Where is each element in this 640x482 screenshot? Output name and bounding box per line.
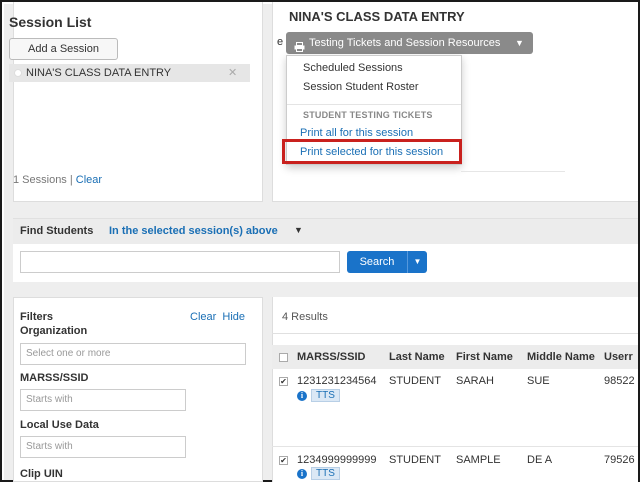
local-use-filter-label: Local Use Data — [20, 419, 99, 431]
cell-last-name: STUDENT — [389, 454, 441, 466]
add-session-button[interactable]: Add a Session — [9, 38, 118, 60]
row-divider — [272, 446, 638, 447]
menu-section-header: STUDENT TESTING TICKETS — [303, 110, 433, 120]
select-all-checkbox[interactable] — [279, 353, 288, 362]
filters-title: Filters — [20, 311, 54, 323]
testing-tickets-button[interactable]: Testing Tickets and Session Resources ▼ — [286, 32, 533, 54]
truncated-text: e — [277, 36, 284, 48]
session-detail-title: NINA'S CLASS DATA ENTRY — [289, 9, 465, 24]
organization-label: Organization — [20, 325, 88, 337]
column-header-first-name[interactable]: First Name — [456, 351, 513, 363]
cell-username: 98522 — [604, 375, 635, 387]
cell-last-name: STUDENT — [389, 375, 441, 387]
cell-first-name: SAMPLE — [456, 454, 501, 466]
tts-badge[interactable]: TTS — [311, 389, 340, 402]
testing-tickets-label: Testing Tickets and Session Resources — [309, 37, 501, 49]
info-icon[interactable]: i — [297, 391, 307, 401]
column-header-last-name[interactable]: Last Name — [389, 351, 445, 363]
cell-username: 79526 — [604, 454, 635, 466]
find-students-label: Find Students — [20, 225, 94, 237]
menu-divider — [287, 104, 461, 105]
session-list-title: Session List — [9, 14, 92, 30]
menu-item-print-selected[interactable]: Print selected for this session — [300, 146, 443, 158]
cell-ssid[interactable]: 1234999999999 — [297, 454, 377, 466]
tts-badge[interactable]: TTS — [311, 467, 340, 480]
marss-filter-input[interactable]: Starts with — [20, 389, 186, 411]
local-use-filter-input[interactable]: Starts with — [20, 436, 186, 458]
session-count: 1 Sessions | — [13, 174, 73, 186]
cell-ssid[interactable]: 1231231234564 — [297, 375, 377, 387]
menu-item-session-roster[interactable]: Session Student Roster — [303, 81, 419, 93]
clear-sessions-link[interactable]: Clear — [76, 174, 102, 186]
session-name: NINA'S CLASS DATA ENTRY — [26, 67, 172, 79]
clip-uin-label: Clip UIN — [20, 468, 63, 480]
results-count: 4 Results — [282, 311, 328, 323]
search-scope-dropdown[interactable]: In the selected session(s) above — [109, 225, 278, 237]
organization-select[interactable]: Select one or more — [20, 343, 246, 365]
info-icon[interactable]: i — [297, 469, 307, 479]
student-search-input[interactable] — [20, 251, 340, 273]
session-list-item[interactable]: NINA'S CLASS DATA ENTRY ✕ — [9, 64, 250, 82]
column-header-middle-name[interactable]: Middle Name — [527, 351, 595, 363]
results-divider — [272, 333, 638, 334]
close-icon[interactable]: ✕ — [228, 64, 237, 82]
find-students-bar — [13, 218, 638, 244]
session-radio[interactable] — [14, 69, 22, 77]
caret-down-icon: ▼ — [515, 38, 524, 48]
cell-middle-name: DE A — [527, 454, 553, 466]
divider-line — [461, 171, 565, 172]
row-checkbox[interactable]: ✔ — [279, 456, 288, 465]
caret-down-icon[interactable]: ▼ — [294, 225, 303, 235]
cell-middle-name: SUE — [527, 375, 550, 387]
column-header-username[interactable]: Userr — [604, 351, 633, 363]
menu-item-scheduled-sessions[interactable]: Scheduled Sessions — [303, 62, 403, 74]
row-checkbox[interactable]: ✔ — [279, 377, 288, 386]
session-footer: 1 Sessions | Clear — [13, 174, 102, 186]
column-header-ssid[interactable]: MARSS/SSID — [297, 351, 365, 363]
search-options-caret-icon[interactable]: ▼ — [407, 251, 427, 273]
marss-filter-label: MARSS/SSID — [20, 372, 89, 384]
cell-first-name: SARAH — [456, 375, 494, 387]
search-button[interactable]: Search — [347, 251, 407, 273]
menu-item-print-all[interactable]: Print all for this session — [300, 127, 413, 139]
session-list-panel — [13, 2, 263, 202]
filters-clear-hide-links[interactable]: Clear Hide — [190, 311, 245, 323]
